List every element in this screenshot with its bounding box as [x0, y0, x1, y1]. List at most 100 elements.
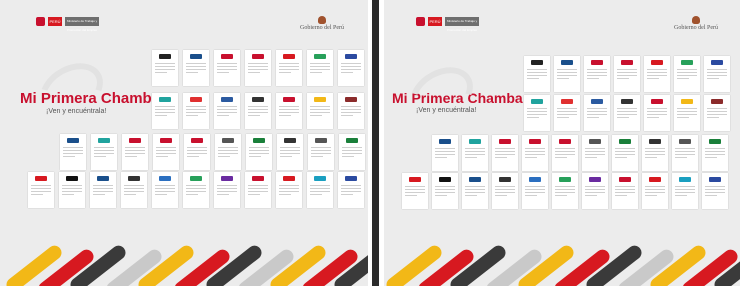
- text-line: [342, 147, 362, 148]
- text-line: [527, 72, 547, 73]
- text-line: [527, 69, 547, 70]
- text-line: [31, 185, 51, 186]
- company-card: [432, 135, 458, 171]
- text-line: [585, 189, 605, 190]
- decorative-swirl-icon: [30, 52, 113, 128]
- company-logo-icon: [252, 97, 264, 102]
- text-line: [279, 194, 291, 195]
- text-line: [435, 186, 455, 187]
- text-line: [615, 148, 635, 149]
- text-line: [525, 151, 545, 152]
- text-line: [187, 153, 207, 154]
- text-line: [186, 112, 206, 113]
- text-line: [341, 191, 361, 192]
- text-line: [218, 153, 238, 154]
- text-line: [617, 72, 637, 73]
- text-line: [435, 151, 455, 152]
- text-line: [677, 69, 697, 70]
- text-line: [495, 192, 515, 193]
- text-line: [495, 189, 515, 190]
- text-line: [217, 188, 237, 189]
- text-line: [93, 185, 113, 186]
- company-logo-icon: [66, 176, 78, 181]
- text-line: [525, 186, 545, 187]
- text-line: [217, 191, 237, 192]
- text-line: [217, 63, 237, 64]
- ministry-badge: Ministerio de Trabajo y Promoción del Em…: [445, 17, 479, 32]
- text-line: [555, 195, 567, 196]
- company-logo-icon: [346, 138, 358, 143]
- company-logo-icon: [98, 138, 110, 143]
- gobierno-text: Gobierno del Perú: [300, 25, 344, 31]
- company-card: [277, 134, 303, 170]
- company-card: [704, 56, 730, 92]
- text-line: [187, 147, 207, 148]
- text-line: [617, 69, 637, 70]
- text-line: [310, 188, 330, 189]
- text-line: [405, 192, 425, 193]
- company-card: [338, 93, 364, 129]
- text-line: [647, 75, 667, 76]
- text-line: [707, 111, 727, 112]
- text-line: [525, 192, 545, 193]
- text-line: [62, 194, 74, 195]
- company-card: [612, 135, 638, 171]
- header-bar: PERÚ Ministerio de Trabajo y Promoción d…: [0, 0, 368, 34]
- text-line: [31, 191, 51, 192]
- text-line: [155, 188, 175, 189]
- text-line: [495, 154, 515, 155]
- text-line: [495, 148, 515, 149]
- text-line: [525, 154, 545, 155]
- text-line: [675, 148, 695, 149]
- company-logo-icon: [409, 177, 421, 182]
- hero: Mi Primera Chamba ¡Ven y encuéntrala!: [20, 52, 160, 128]
- text-line: [124, 191, 144, 192]
- text-line: [341, 115, 353, 116]
- text-line: [555, 189, 575, 190]
- company-logo-icon: [469, 177, 481, 182]
- text-line: [677, 72, 697, 73]
- company-card: [246, 134, 272, 170]
- text-line: [615, 151, 635, 152]
- text-line: [585, 195, 597, 196]
- company-card: [183, 172, 209, 208]
- text-line: [435, 189, 455, 190]
- company-card: [584, 95, 610, 131]
- text-line: [124, 185, 144, 186]
- text-line: [647, 69, 667, 70]
- company-card: [554, 56, 580, 92]
- text-line: [527, 117, 539, 118]
- text-line: [248, 109, 268, 110]
- shield-icon: [36, 17, 45, 26]
- text-line: [94, 150, 114, 151]
- text-line: [310, 72, 322, 73]
- text-line: [62, 188, 82, 189]
- text-line: [557, 117, 569, 118]
- text-line: [707, 117, 719, 118]
- text-line: [279, 188, 299, 189]
- text-line: [155, 115, 167, 116]
- company-card: [462, 135, 488, 171]
- text-line: [341, 72, 353, 73]
- text-line: [617, 108, 637, 109]
- text-line: [707, 78, 719, 79]
- text-line: [705, 195, 717, 196]
- company-logo-icon: [35, 176, 47, 181]
- company-card: [524, 95, 550, 131]
- text-line: [495, 151, 515, 152]
- company-logo-icon: [561, 99, 573, 104]
- text-line: [495, 195, 507, 196]
- company-logo-icon: [190, 54, 202, 59]
- text-line: [587, 117, 599, 118]
- text-line: [557, 108, 577, 109]
- company-logo-icon: [159, 54, 171, 59]
- text-line: [217, 112, 237, 113]
- text-line: [156, 156, 168, 157]
- decorative-swirl-icon: [400, 56, 483, 132]
- company-logo-icon: [531, 60, 543, 65]
- text-line: [435, 157, 447, 158]
- text-line: [63, 156, 75, 157]
- company-logo-icon: [679, 139, 691, 144]
- text-line: [31, 188, 51, 189]
- text-line: [310, 185, 330, 186]
